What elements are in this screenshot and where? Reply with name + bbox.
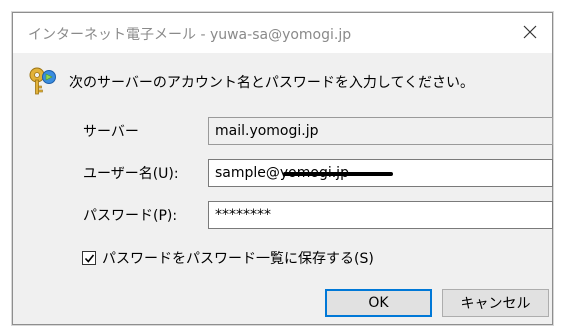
username-value: sample@yomogi.jp [215,165,393,181]
server-label: サーバー [83,124,139,140]
prompt-row: 次のサーバーのアカウント名とパスワードを入力してください。 [27,65,474,99]
username-field[interactable]: sample@yomogi.jp [208,159,553,187]
server-field: mail.yomogi.jp [208,117,553,145]
username-label: ユーザー名(U): [83,166,179,182]
server-value: mail.yomogi.jp [215,123,319,139]
window-title: インターネット電子メール - yuwa-sa@yomogi.jp [28,27,352,43]
close-icon [523,24,537,43]
close-button[interactable] [516,19,544,47]
save-password-option[interactable]: パスワードをパスワード一覧に保存する(S) [82,248,374,268]
cancel-button[interactable]: キャンセル [442,289,549,317]
save-password-label: パスワードをパスワード一覧に保存する(S) [102,251,374,267]
redaction-strike [283,172,393,176]
ok-button[interactable]: OK [325,289,432,317]
keys-icon [27,64,59,100]
credentials-dialog: インターネット電子メール - yuwa-sa@yomogi.jp 次のサーバーの… [12,12,553,325]
password-field[interactable]: ******** [208,201,553,229]
password-label: パスワード(P): [83,208,178,224]
prompt-text: 次のサーバーのアカウント名とパスワードを入力してください。 [69,75,475,91]
save-password-checkbox[interactable] [82,251,96,265]
title-bar: インターネット電子メール - yuwa-sa@yomogi.jp [13,13,552,53]
checkmark-icon [84,254,94,263]
password-value: ******** [215,207,271,223]
